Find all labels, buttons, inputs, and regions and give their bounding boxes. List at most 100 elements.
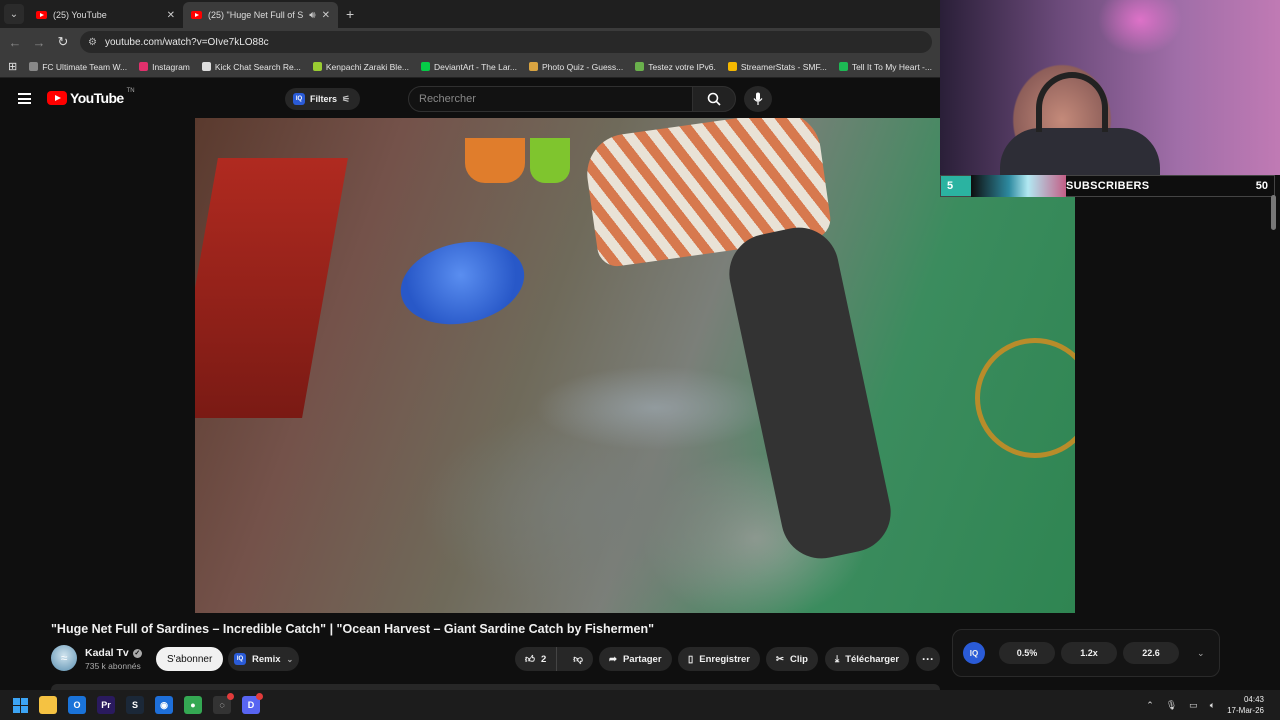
share-arrow-icon: ➦	[609, 653, 617, 665]
bookmark-favicon-icon	[529, 62, 539, 71]
streamer-headset	[1036, 72, 1108, 132]
browser-tab[interactable]: (25) YouTube ✕	[28, 2, 183, 28]
search-input[interactable]: Rechercher	[408, 86, 693, 112]
premiere-pro-icon[interactable]: Pr	[97, 696, 115, 714]
browser-tab-active[interactable]: (25) "Huge Net Full of Sardi 🔊︎ ✕	[183, 2, 338, 28]
filters-button[interactable]: IQ Filters ⚟	[285, 88, 361, 110]
bookmark-item[interactable]: Photo Quiz - Guess...	[529, 62, 623, 72]
bookmark-favicon-icon	[29, 62, 39, 71]
dislike-button[interactable]: 👎︎	[563, 647, 593, 671]
bookmark-item[interactable]: Kick Chat Search Re...	[201, 61, 301, 72]
bookmark-label: Tell It To My Heart -...	[851, 61, 932, 72]
page-scrollbar[interactable]	[1271, 195, 1276, 230]
file-explorer-icon[interactable]	[39, 696, 57, 714]
iq-stat-pill: 0.5%	[999, 642, 1055, 664]
clock-date: 17-Mar-26	[1227, 706, 1264, 715]
windows-taskbar: O Pr S ◉ ● ◌ D ⌃ 🎙︎ ▭ 🔈︎ 04:43 17-Mar-26	[0, 690, 1280, 720]
youtube-logo[interactable]: YouTube TN	[47, 88, 135, 106]
share-button[interactable]: ➦ Partager	[599, 647, 672, 671]
tab-title: (25) YouTube	[53, 10, 107, 20]
chevron-down-icon: ⌄	[286, 654, 294, 664]
display-icon[interactable]: ▭	[1189, 700, 1198, 711]
forward-arrow-icon[interactable]: →	[32, 35, 46, 50]
bookmark-icon: ▯	[688, 653, 694, 665]
discord-icon[interactable]: D	[242, 693, 263, 714]
video-frame-worker-legs	[721, 220, 899, 566]
search-button[interactable]	[692, 86, 736, 112]
bookmark-item[interactable]: Tell It To My Heart -...	[838, 61, 932, 72]
bookmark-label: Kick Chat Search Re...	[214, 61, 301, 72]
tab-search-button[interactable]: ⌄	[4, 4, 24, 24]
like-button[interactable]: 👍︎ 2	[515, 647, 558, 671]
subscriber-count-text: 735 k abonnés	[85, 661, 141, 671]
iq-stat-pill: 1.2x	[1061, 642, 1117, 664]
country-code: TN	[126, 88, 135, 94]
youtube-favicon-icon	[191, 11, 202, 19]
video-frame-blue-basket	[393, 230, 532, 336]
channel-avatar[interactable]: ≈	[51, 645, 77, 671]
save-button[interactable]: ▯ Enregistrer	[678, 647, 760, 671]
video-title: "Huge Net Full of Sardines – Incredible …	[51, 622, 655, 636]
streamlabs-icon[interactable]: ◌	[213, 693, 234, 714]
youtube-favicon-icon	[36, 11, 47, 19]
download-label: Télécharger	[845, 653, 900, 665]
url-field[interactable]: ⚙ youtube.com/watch?v=OIve7kLO88c	[80, 31, 932, 53]
iq-logo-icon[interactable]: IQ	[963, 642, 985, 664]
remix-label: Remix	[252, 653, 281, 665]
bookmark-item[interactable]: Instagram	[139, 62, 190, 72]
bookmark-label: StreamerStats - SMF...	[740, 61, 827, 72]
back-arrow-icon[interactable]: ←	[8, 35, 22, 50]
bookmark-label: Testez votre IPv6.	[648, 61, 716, 72]
youtube-play-icon	[47, 91, 67, 105]
remix-button[interactable]: IQ Remix ⌄	[228, 647, 300, 671]
subscriber-goal-art	[971, 175, 1066, 197]
windows-start-icon[interactable]	[13, 697, 28, 713]
close-tab-icon[interactable]: ✕	[322, 10, 330, 21]
url-text: youtube.com/watch?v=OIve7kLO88c	[104, 36, 269, 48]
bookmark-item[interactable]: FC Ultimate Team W...	[29, 62, 127, 72]
microphone-tray-icon[interactable]: 🎙︎	[1166, 700, 1177, 711]
chevron-down-icon[interactable]: ⌄	[1197, 648, 1205, 659]
scissors-icon: ✂	[776, 653, 784, 665]
bookmark-favicon-icon	[201, 62, 211, 71]
channel-name[interactable]: Kadal Tv	[85, 647, 129, 659]
new-tab-button[interactable]: +	[338, 6, 362, 28]
steam-icon[interactable]: S	[126, 696, 144, 714]
app-blue-icon[interactable]: ◉	[155, 696, 173, 714]
verified-check-icon: ✓	[132, 648, 142, 658]
bookmark-item[interactable]: Kenpachi Zaraki Ble...	[312, 62, 409, 72]
search-placeholder: Rechercher	[419, 93, 476, 105]
bookmark-label: Photo Quiz - Guess...	[542, 61, 624, 72]
bookmark-item[interactable]: Testez votre IPv6.	[635, 62, 716, 72]
volume-icon[interactable]: 🔈︎	[1210, 700, 1215, 711]
bookmark-item[interactable]: StreamerStats - SMF...	[727, 61, 827, 72]
subscriber-goal: 50	[1255, 180, 1268, 192]
download-button[interactable]: ⤓ Télécharger	[825, 647, 910, 671]
youtube-wordmark: YouTube	[70, 90, 124, 106]
apps-grid-icon[interactable]: ⊞	[8, 60, 17, 73]
more-actions-button[interactable]: ···	[916, 647, 940, 671]
iq-stats-widget: IQ 0.5% 1.2x 22.6 ⌄	[952, 629, 1220, 677]
subscribe-button[interactable]: S'abonner	[156, 647, 224, 671]
like-dislike-group: 👍︎ 2 👎︎	[515, 647, 593, 671]
reload-icon[interactable]: ↻	[56, 34, 70, 50]
video-frame-orange-basket	[465, 138, 525, 183]
like-count: 2	[540, 653, 547, 665]
notification-badge	[256, 693, 263, 700]
bookmark-item[interactable]: DeviantArt - The Lar...	[421, 62, 517, 72]
speaker-icon[interactable]: 🔊︎	[309, 10, 315, 21]
clip-button[interactable]: ✂ Clip	[766, 647, 818, 671]
notification-badge	[227, 693, 234, 700]
site-info-icon[interactable]: ⚙	[88, 37, 97, 48]
chevron-up-icon[interactable]: ⌃	[1146, 700, 1154, 711]
bookmark-label: FC Ultimate Team W...	[42, 61, 128, 72]
voice-search-button[interactable]	[744, 86, 772, 112]
outlook-icon[interactable]: O	[68, 696, 86, 714]
menu-icon[interactable]	[18, 93, 31, 104]
bookmark-favicon-icon	[139, 62, 149, 71]
channel-name-row[interactable]: Kadal Tv ✓	[85, 647, 142, 659]
clock[interactable]: 04:43 17-Mar-26	[1227, 694, 1264, 716]
ellipsis-icon: ···	[922, 652, 934, 666]
close-tab-icon[interactable]: ✕	[167, 10, 175, 21]
chrome-icon[interactable]: ●	[184, 696, 202, 714]
